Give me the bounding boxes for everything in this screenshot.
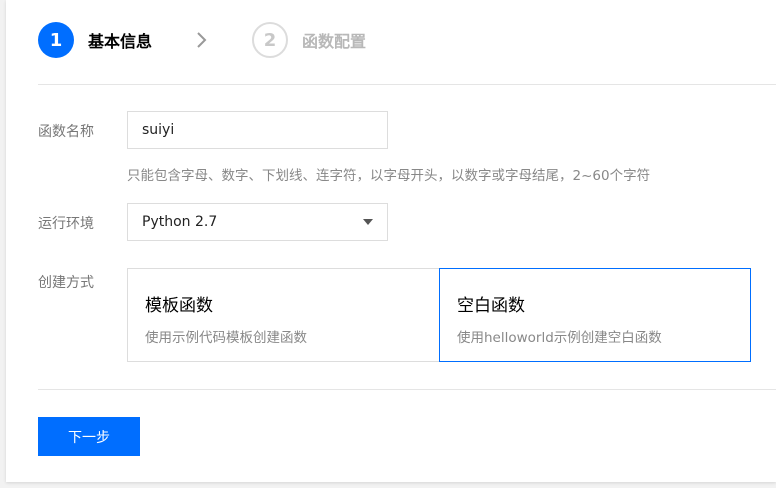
step-2-number: 2 — [252, 22, 289, 58]
chevron-right-icon — [196, 31, 208, 49]
runtime-select[interactable]: Python 2.7 — [127, 203, 388, 241]
runtime-selected-value: Python 2.7 — [142, 214, 218, 230]
step-indicator: 1 基本信息 2 函数配置 — [38, 22, 366, 58]
wizard-panel: 1 基本信息 2 函数配置 函数名称 suiyi 只能包含字母、数字、下划线、连… — [6, 0, 776, 482]
blank-function-title: 空白函数 — [457, 296, 525, 316]
template-function-card[interactable]: 模板函数 使用示例代码模板创建函数 — [127, 268, 440, 362]
header-divider — [38, 84, 776, 85]
runtime-label: 运行环境 — [38, 216, 94, 232]
step-1-label: 基本信息 — [88, 32, 153, 51]
blank-function-card[interactable]: 空白函数 使用helloworld示例创建空白函数 — [439, 268, 751, 362]
create-method-label: 创建方式 — [38, 275, 94, 291]
function-name-input[interactable]: suiyi — [127, 111, 388, 149]
function-name-label: 函数名称 — [38, 124, 94, 140]
footer-divider — [38, 389, 776, 390]
caret-down-icon — [363, 219, 373, 225]
blank-function-desc: 使用helloworld示例创建空白函数 — [457, 330, 662, 346]
next-step-button[interactable]: 下一步 — [38, 417, 140, 456]
function-name-value: suiyi — [142, 122, 175, 138]
template-function-title: 模板函数 — [145, 296, 213, 316]
step-1-number: 1 — [38, 22, 74, 58]
template-function-desc: 使用示例代码模板创建函数 — [145, 330, 307, 346]
step-2-label: 函数配置 — [302, 32, 367, 51]
function-name-hint: 只能包含字母、数字、下划线、连字符，以字母开头，以数字或字母结尾，2~60个字符 — [127, 168, 651, 184]
